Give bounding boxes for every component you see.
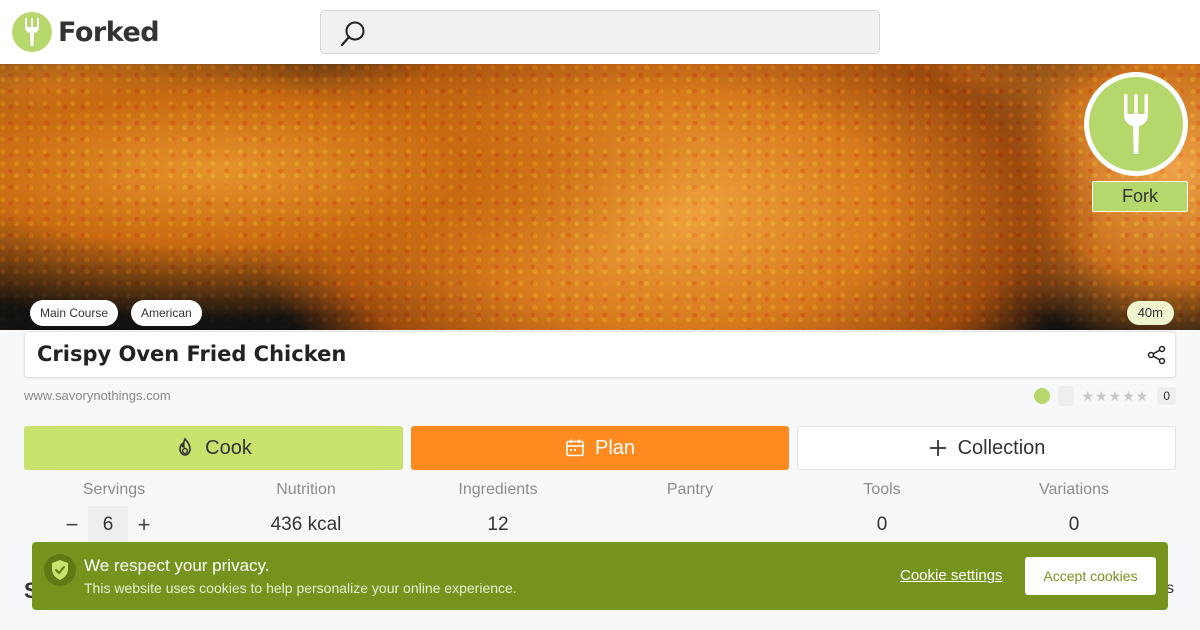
plus-icon: [929, 440, 946, 456]
hero-image: [0, 64, 1200, 330]
rating-count: 0: [1157, 387, 1176, 405]
search-icon: [340, 21, 365, 47]
plan-label: Plan: [594, 436, 636, 459]
recipe-title-card: Crispy Oven Fried Chicken: [24, 331, 1176, 378]
flame-icon: [179, 437, 191, 456]
ingredients-value[interactable]: 12: [402, 514, 594, 536]
plan-button[interactable]: Plan: [411, 426, 789, 470]
search-input[interactable]: [320, 10, 880, 54]
servings-stepper: − 6 +: [56, 506, 172, 544]
cuisine-tag[interactable]: American: [131, 300, 202, 326]
shield-check-icon: [44, 554, 76, 586]
fork-badge[interactable]: [1084, 72, 1188, 176]
servings-increase-button[interactable]: +: [128, 506, 160, 544]
recipe-source[interactable]: www.savorynothings.com: [24, 388, 171, 403]
variations-label[interactable]: Variations: [978, 481, 1170, 499]
collection-button[interactable]: Collection: [797, 426, 1176, 470]
pantry-label[interactable]: Pantry: [594, 481, 786, 499]
rating-box: [1057, 386, 1074, 406]
tools-value[interactable]: 0: [786, 514, 978, 536]
site-header: Forked: [0, 0, 1200, 64]
nutrition-value[interactable]: 436 kcal: [210, 514, 402, 536]
ingredients-label[interactable]: Ingredients: [402, 481, 594, 499]
calendar-icon: [566, 439, 584, 457]
nutrition-label[interactable]: Nutrition: [210, 481, 402, 499]
cook-button[interactable]: Cook: [24, 426, 403, 470]
variations-value[interactable]: 0: [978, 514, 1170, 536]
accept-cookies-button[interactable]: Accept cookies: [1025, 557, 1156, 595]
fork-icon: [12, 12, 52, 52]
cookie-text: This website uses cookies to help person…: [84, 580, 517, 596]
servings-value[interactable]: 6: [88, 506, 128, 544]
recipe-title: Crispy Oven Fried Chicken: [37, 342, 347, 366]
category-tag[interactable]: Main Course: [30, 300, 119, 326]
tools-label[interactable]: Tools: [786, 481, 978, 499]
logo-text: Forked: [58, 16, 160, 48]
cookie-banner: We respect your privacy. This website us…: [32, 542, 1168, 610]
cook-label: Cook: [205, 436, 252, 459]
logo[interactable]: Forked: [12, 12, 160, 52]
share-icon[interactable]: [1147, 345, 1167, 365]
rating-row: ★★★★★ 0: [1033, 386, 1176, 406]
fork-button[interactable]: Fork: [1092, 181, 1188, 212]
fork-icon: [1089, 77, 1183, 171]
servings-label: Servings: [82, 481, 146, 498]
star-rating[interactable]: ★★★★★: [1082, 388, 1150, 405]
collection-label: Collection: [957, 436, 1046, 459]
cookie-title: We respect your privacy.: [84, 556, 270, 575]
cookie-settings-link[interactable]: Cookie settings: [900, 567, 1003, 584]
time-badge: 40m: [1126, 301, 1174, 325]
leaf-icon: [1033, 388, 1050, 404]
servings-decrease-button[interactable]: −: [56, 506, 88, 544]
